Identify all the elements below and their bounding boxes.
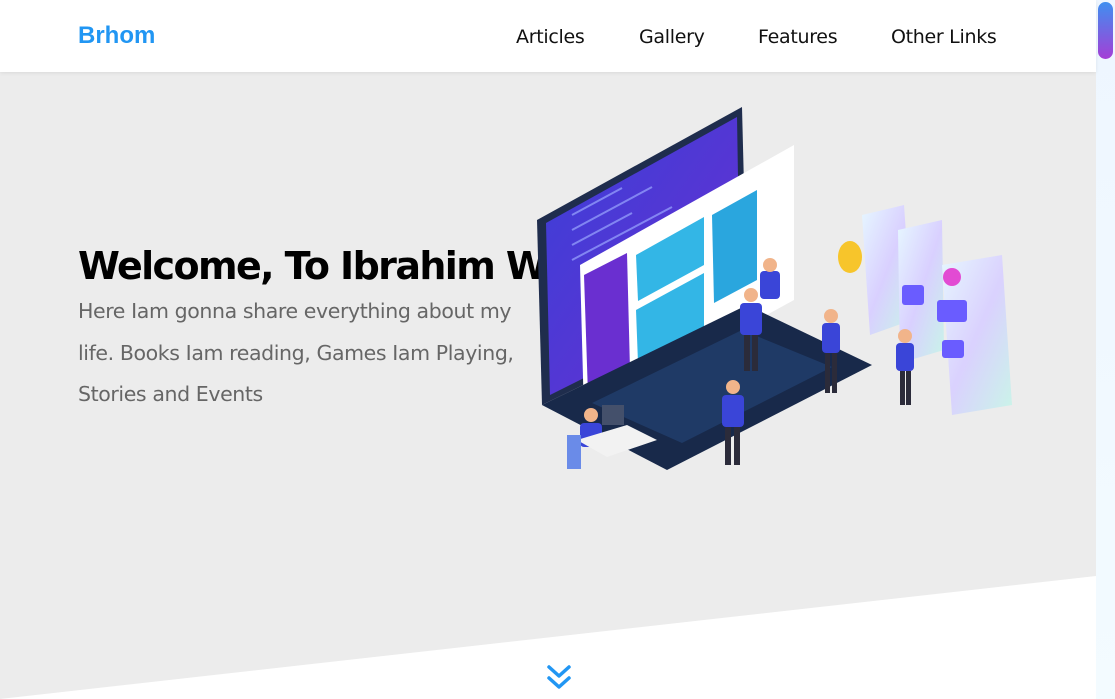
nav-link-features[interactable]: Features [758, 26, 838, 48]
hero-illustration [537, 107, 1012, 470]
scrollbar[interactable] [1096, 0, 1115, 699]
scrollbar-thumb[interactable] [1098, 2, 1113, 59]
hero-description: Here Iam gonna share everything about my… [78, 299, 514, 406]
nav-link-other-links[interactable]: Other Links [891, 26, 997, 48]
main-nav: Articles Gallery Features Other Links [0, 26, 1096, 50]
chevron-double-down-icon[interactable] [545, 662, 573, 692]
nav-link-articles[interactable]: Articles [516, 26, 585, 48]
nav-link-gallery[interactable]: Gallery [639, 26, 705, 48]
site-header: Brhom Articles Gallery Features Other Li… [0, 0, 1096, 72]
